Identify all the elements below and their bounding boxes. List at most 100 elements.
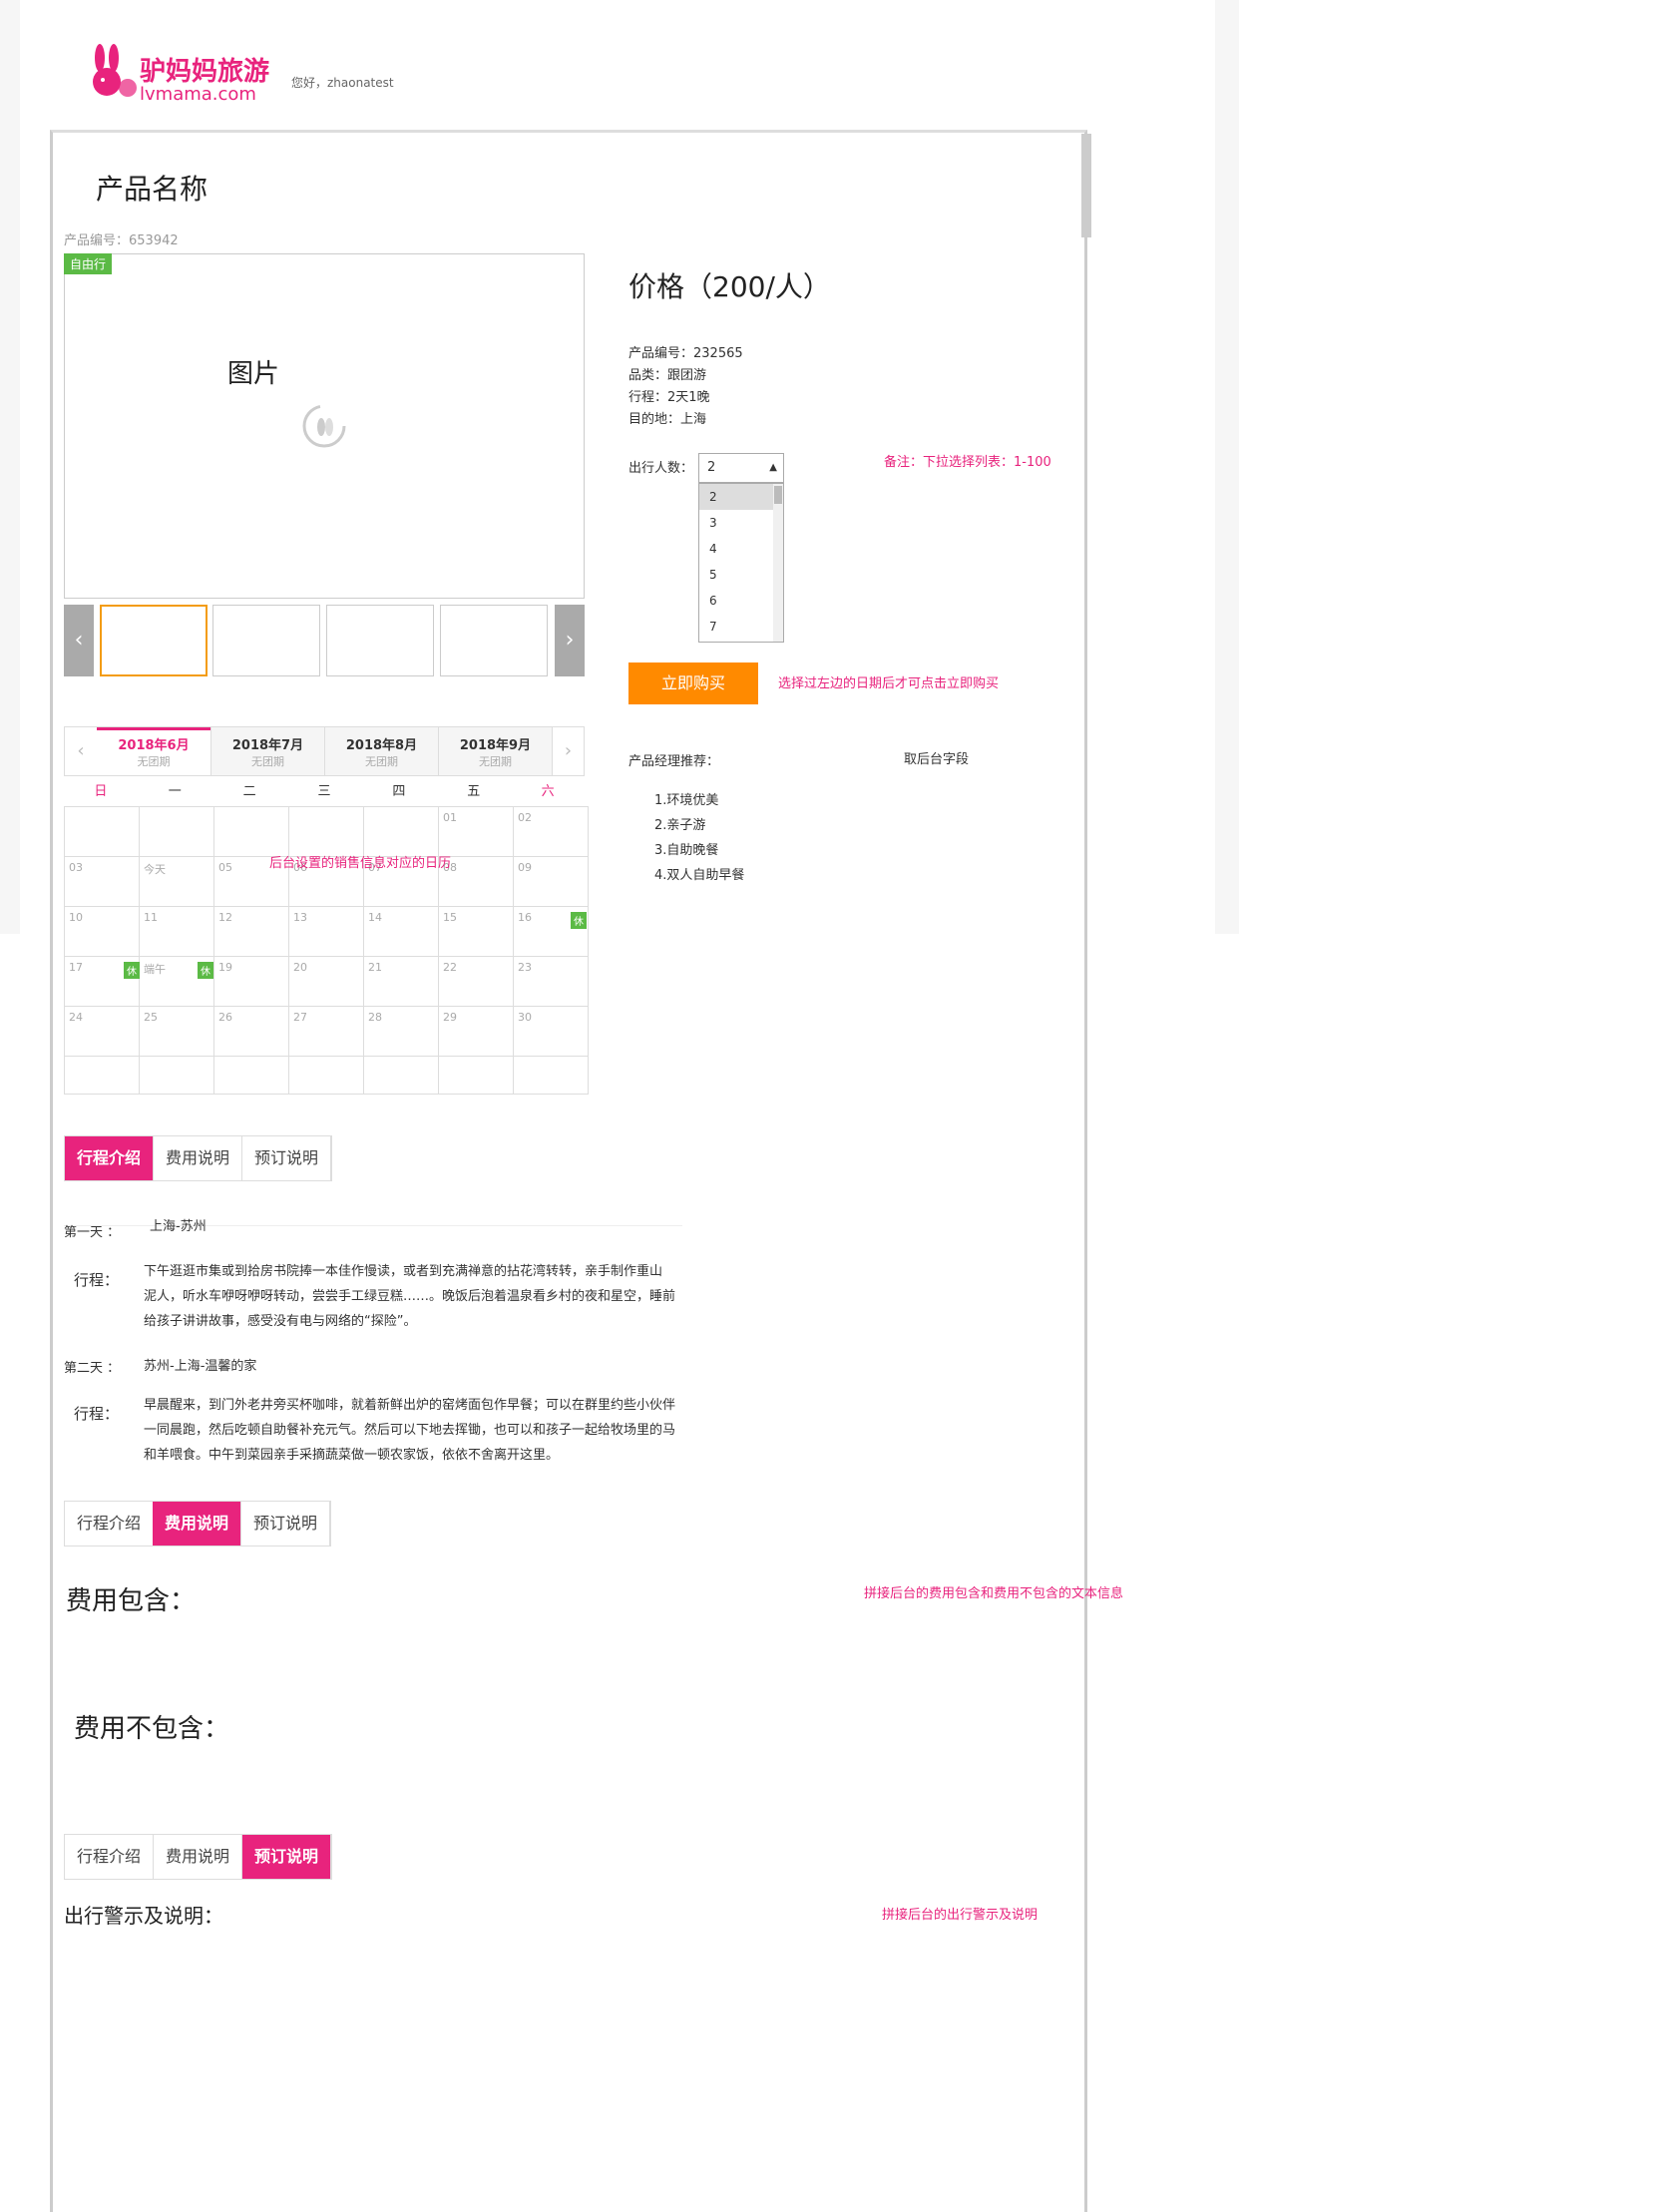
recommend-item: 4.双人自助早餐 [654, 868, 745, 883]
calendar-day[interactable]: 12 [213, 906, 289, 957]
day1-description: 下午逛逛市集或到拾房书院捧一本佳作慢读，或者到充满禅意的拈花湾转转，亲手制作重山… [144, 1259, 675, 1334]
thumbnail[interactable] [326, 605, 434, 676]
thumbnail[interactable] [100, 605, 208, 676]
tab-fees[interactable]: 费用说明 [153, 1502, 242, 1546]
calendar-day[interactable]: 26 [213, 1006, 289, 1057]
thumb-next-button[interactable]: › [555, 605, 585, 676]
calendar-day[interactable]: 14 [363, 906, 439, 957]
calendar-week [64, 1056, 589, 1095]
travelers-select[interactable]: 2 ▲ [698, 453, 784, 483]
thumbnail[interactable] [212, 605, 320, 676]
description-line: 早晨醒来，到门外老井旁买杯咖啡，就着新鲜出炉的窑烤面包作早餐；可以在群里约些小伙… [144, 1398, 676, 1413]
month-tab-jun[interactable]: 2018年6月 无团期 [97, 727, 210, 775]
dropdown-option[interactable]: 5 [699, 562, 783, 588]
calendar-day[interactable]: 30 [513, 1006, 589, 1057]
dropdown-option[interactable]: 3 [699, 510, 783, 536]
thumbnail[interactable] [440, 605, 548, 676]
day1-trip-label: 行程： [74, 1271, 120, 1289]
dropdown-scroll-thumb[interactable] [774, 486, 782, 504]
calendar-day[interactable]: 11 [139, 906, 214, 957]
tab-itinerary[interactable]: 行程介绍 [65, 1502, 154, 1546]
travelers-label: 出行人数： [628, 461, 694, 476]
description-line: 和羊喂食。中午到菜园亲手采摘蔬菜做一顿农家饭，依依不舍离开这里。 [144, 1448, 560, 1463]
product-title: 产品名称 [96, 173, 208, 206]
recommend-item: 2.亲子游 [654, 818, 706, 833]
weekday-label: 三 [317, 784, 331, 799]
calendar-day[interactable]: 24 [64, 1006, 140, 1057]
fees-excluded-title: 费用不包含： [74, 1714, 230, 1744]
month-tab-jul[interactable]: 2018年7月 无团期 [210, 727, 324, 775]
calendar-day[interactable] [64, 806, 140, 857]
logo-subtitle[interactable]: lvmama.com [140, 84, 256, 105]
thumb-prev-button[interactable]: ‹ [64, 605, 94, 676]
calendar-day[interactable]: 15 [438, 906, 514, 957]
calendar-day[interactable]: 25 [139, 1006, 214, 1057]
product-info-list: 产品编号：232565 品类：跟团游 行程：2天1晚 目的地：上海 [628, 343, 743, 431]
weekday-label: 二 [242, 784, 256, 799]
weekday-label: 一 [168, 784, 182, 799]
product-code: 产品编号：653942 [64, 233, 179, 248]
detail-tabs: 行程介绍 费用说明 预订说明 [64, 1501, 332, 1547]
calendar-day[interactable]: 10 [64, 906, 140, 957]
dropdown-option[interactable]: 4 [699, 536, 783, 562]
calendar-day[interactable]: 27 [288, 1006, 364, 1057]
travelers-selected-value: 2 [707, 460, 716, 475]
calendar-day[interactable]: 21 [363, 956, 439, 1007]
calendar-day[interactable]: 23 [513, 956, 589, 1007]
month-name: 2018年6月 [118, 738, 190, 753]
calendar-day[interactable]: 28 [363, 1006, 439, 1057]
dropdown-scrollbar[interactable] [773, 484, 783, 642]
fees-included-title: 费用包含： [66, 1586, 197, 1616]
loading-icon [302, 404, 346, 448]
calendar-day[interactable] [288, 806, 364, 857]
dropdown-option[interactable]: 6 [699, 588, 783, 614]
calendar-day[interactable]: 29 [438, 1006, 514, 1057]
buy-now-button[interactable]: 立即购买 [628, 663, 758, 704]
calendar-day[interactable] [213, 806, 289, 857]
tab-booking[interactable]: 预订说明 [242, 1136, 332, 1180]
calendar-day[interactable] [139, 806, 214, 857]
calendar-day[interactable]: 20 [288, 956, 364, 1007]
calendar-day[interactable]: 01 [438, 806, 514, 857]
month-tab-sep[interactable]: 2018年9月 无团期 [438, 727, 552, 775]
manager-recommend-label: 产品经理推荐： [628, 754, 720, 769]
calendar-day[interactable]: 02 [513, 806, 589, 857]
day2-description: 早晨醒来，到门外老井旁买杯咖啡，就着新鲜出炉的窑烤面包作早餐；可以在群里约些小伙… [144, 1393, 675, 1468]
calendar-day[interactable]: 今天 [139, 856, 214, 907]
product-price: 价格（200/人） [628, 270, 831, 303]
booking-note: 拼接后台的出行警示及说明 [882, 1908, 1039, 1923]
travelers-note: 备注：下拉选择列表：1-100 [884, 455, 1051, 470]
recommend-list: 1.环境优美 2.亲子游 3.自助晚餐 4.双人自助早餐 [654, 788, 744, 888]
logo-title[interactable]: 驴妈妈旅游 [140, 58, 269, 86]
image-placeholder-label: 图片 [227, 359, 280, 389]
scrollbar-thumb[interactable] [1081, 134, 1091, 237]
tab-booking[interactable]: 预订说明 [241, 1502, 331, 1546]
calendar-day[interactable]: 03 [64, 856, 140, 907]
buy-note: 选择过左边的日期后才可点击立即购买 [778, 676, 1000, 691]
calendar-day[interactable] [363, 806, 439, 857]
calendar-day [213, 1056, 289, 1095]
user-greeting: 您好，zhaonatest [291, 76, 394, 90]
tab-itinerary[interactable]: 行程介绍 [65, 1136, 155, 1180]
calendar-day[interactable]: 19 [213, 956, 289, 1007]
calendar-day[interactable]: 09 [513, 856, 589, 907]
dropdown-option[interactable]: 2 [699, 484, 783, 510]
tab-fees[interactable]: 费用说明 [154, 1835, 243, 1879]
tab-fees[interactable]: 费用说明 [154, 1136, 243, 1180]
weekday-label: 五 [467, 784, 481, 799]
holiday-badge: 休 [571, 912, 587, 929]
info-code: 产品编号：232565 [628, 346, 743, 361]
calendar-day[interactable]: 13 [288, 906, 364, 957]
info-duration: 行程：2天1晚 [628, 390, 710, 405]
month-tab-aug[interactable]: 2018年8月 无团期 [324, 727, 438, 775]
holiday-badge: 休 [198, 962, 213, 979]
month-prev-button[interactable]: ‹ [65, 727, 97, 775]
tab-booking[interactable]: 预订说明 [242, 1835, 332, 1879]
tab-itinerary[interactable]: 行程介绍 [65, 1835, 155, 1879]
calendar-day[interactable]: 22 [438, 956, 514, 1007]
travelers-dropdown[interactable]: 2 3 4 5 6 7 [698, 483, 784, 643]
calendar-day [139, 1056, 214, 1095]
month-next-button[interactable]: › [552, 727, 584, 775]
fees-note: 拼接后台的费用包含和费用不包含的文本信息 [864, 1586, 1124, 1601]
dropdown-option[interactable]: 7 [699, 614, 783, 640]
